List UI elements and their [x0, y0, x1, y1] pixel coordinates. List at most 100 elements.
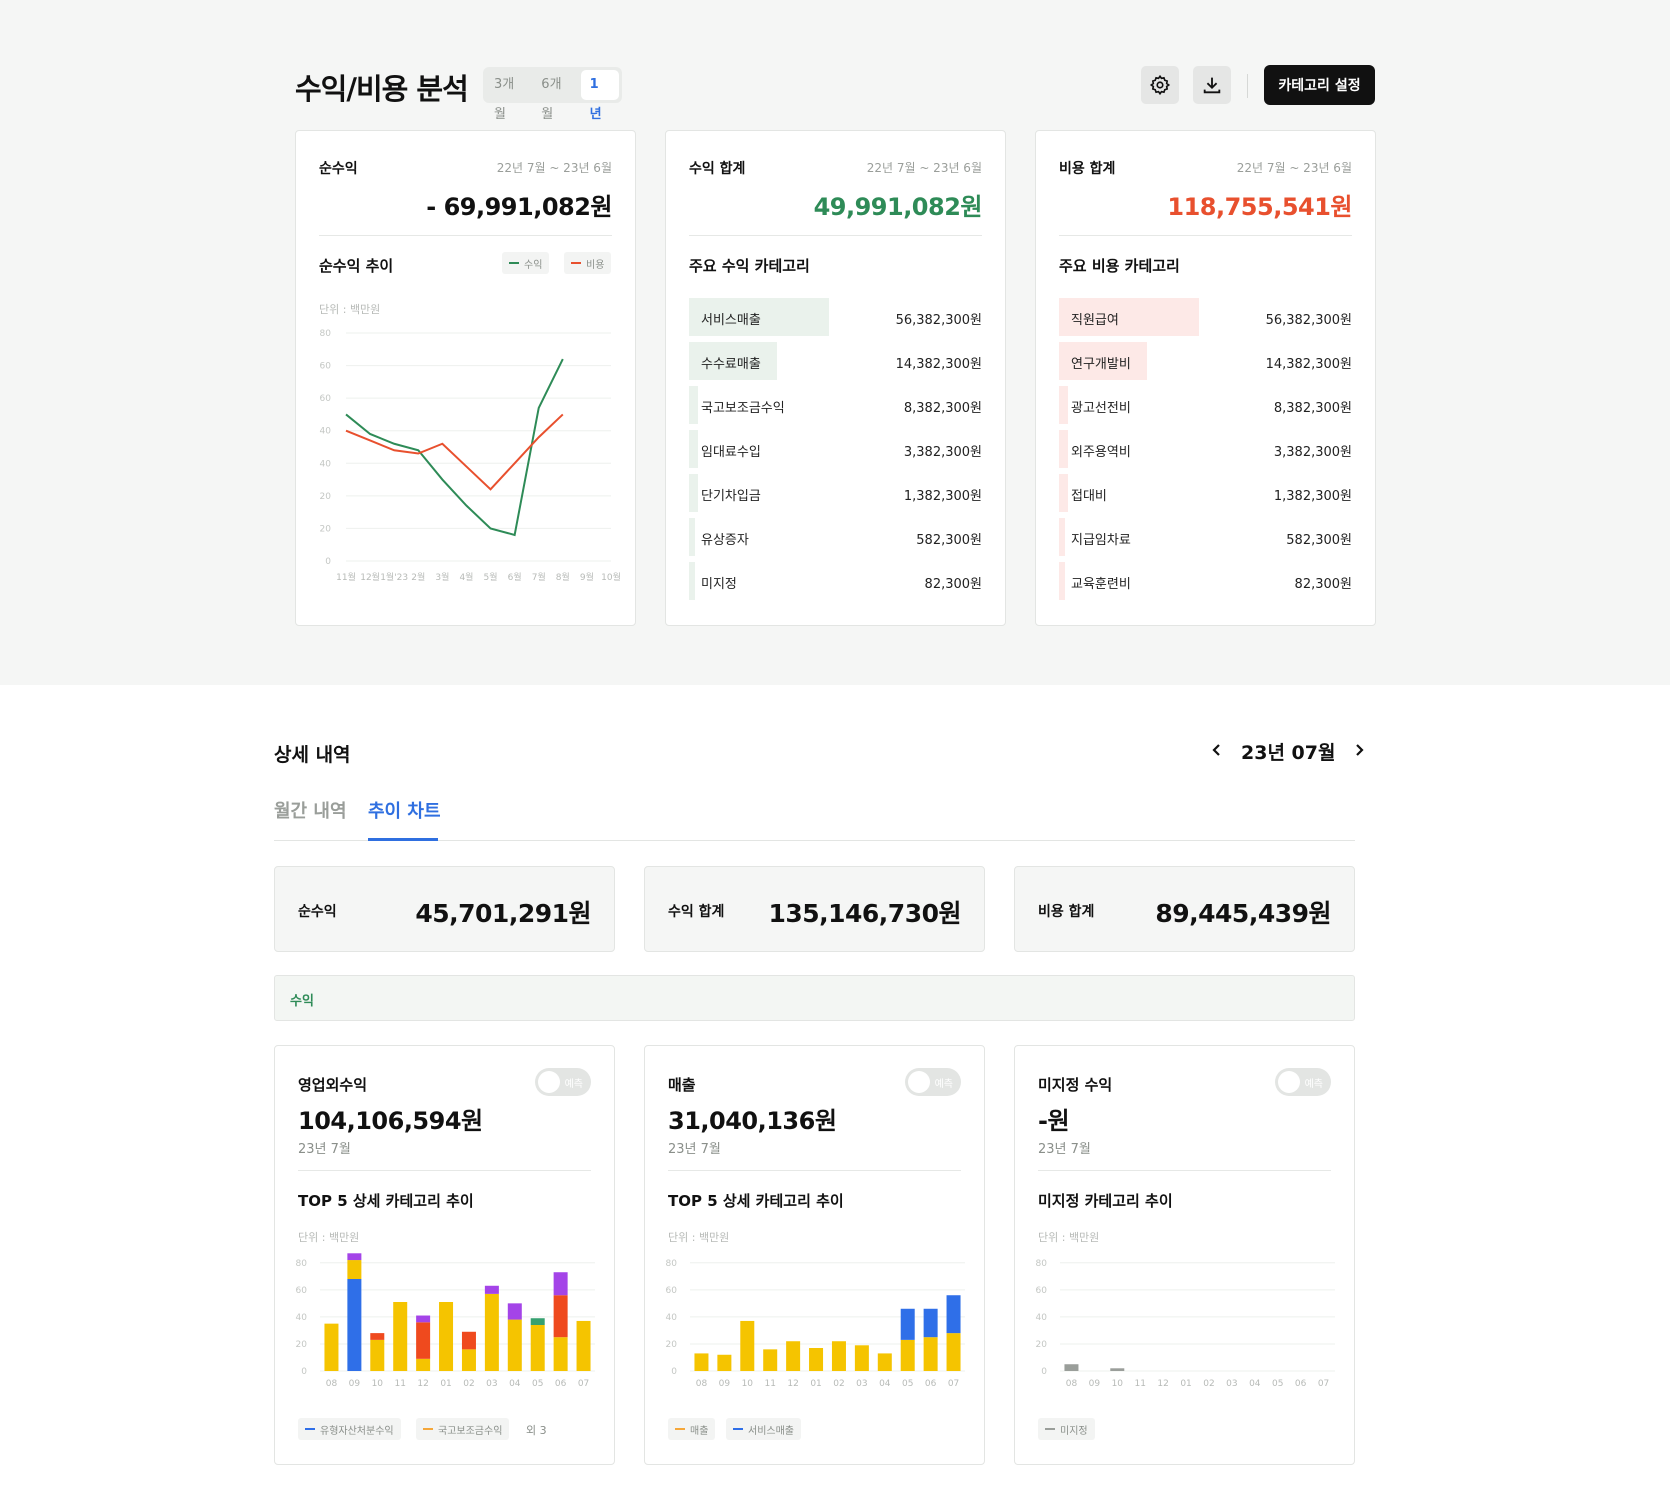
settings-button[interactable]: [1141, 66, 1179, 104]
category-value: 3,382,300원: [903, 445, 982, 460]
x-tick-label: 07: [578, 1379, 589, 1389]
unit-label: 단위 : 백만원: [319, 303, 381, 316]
toolbar-divider: [1247, 74, 1248, 98]
x-tick-label: 01: [440, 1379, 451, 1389]
revenue-card: 수익 합계 22년 7월 ~ 23년 6월 49,991,082원 주요 수익 …: [665, 130, 1006, 626]
legend-more[interactable]: 외 3: [526, 1422, 547, 1438]
category-name: 교육훈련비: [1071, 577, 1131, 592]
bar-segment: [923, 1308, 938, 1338]
y-tick-label: 40: [1036, 1313, 1048, 1323]
y-tick-label: 80: [666, 1259, 678, 1269]
legend-chip: 서비스매출: [726, 1418, 801, 1440]
summary-expense: 비용 합계 89,445,439원: [1014, 866, 1355, 952]
toggle-label: 예측: [1304, 1079, 1323, 1090]
legend-swatch: [733, 1428, 743, 1430]
chart-title: TOP 5 상세 카테고리 추이: [668, 1192, 844, 1210]
period-selector: 3개월 6개월 1년: [483, 67, 622, 122]
category-bar: [689, 562, 695, 600]
y-tick-label: 0: [671, 1367, 677, 1377]
bar-segment: [347, 1253, 362, 1261]
category-name: 국고보조금수익: [701, 401, 785, 416]
next-month-button[interactable]: [1347, 741, 1371, 763]
category-bar: [1059, 430, 1068, 468]
download-button[interactable]: [1193, 66, 1231, 104]
forecast-toggle[interactable]: 예측: [1275, 1068, 1331, 1096]
x-tick-label: 04: [879, 1379, 891, 1389]
x-tick-label: 06: [555, 1379, 567, 1389]
x-tick-label: 6월: [508, 571, 522, 583]
forecast-toggle[interactable]: 예측: [535, 1068, 591, 1096]
y-tick-label: 20: [320, 524, 332, 534]
y-tick-label: 40: [320, 459, 332, 469]
y-tick-label: 80: [296, 1259, 308, 1269]
x-tick-label: 10월: [601, 571, 621, 583]
category-card: 매출 31,040,136원 23년 7월 예측 TOP 5 상세 카테고리 추이 단위 …: [644, 1045, 985, 1465]
y-tick-label: 0: [325, 557, 331, 567]
tab-trend-chart[interactable]: 추이 차트: [368, 797, 441, 823]
bar-segment: [576, 1320, 591, 1371]
expense-value: 118,755,541원: [1167, 193, 1352, 221]
x-tick-label: 3월: [435, 571, 449, 583]
legend-expense: 비용: [564, 252, 612, 274]
x-tick-label: 05: [532, 1379, 543, 1389]
bar-segment: [324, 1323, 339, 1371]
y-tick-label: 60: [666, 1286, 678, 1296]
divider: [1038, 1170, 1331, 1171]
card-label: 영업외수익: [298, 1076, 368, 1094]
period-6m[interactable]: 6개월: [533, 70, 580, 122]
revenue-sub-title: 주요 수익 카테고리: [689, 257, 810, 275]
category-name: 임대료수입: [701, 445, 761, 460]
bar-segment: [553, 1295, 568, 1338]
bar-segment: [347, 1260, 362, 1279]
forecast-toggle[interactable]: 예측: [905, 1068, 961, 1096]
x-tick-label: 03: [856, 1379, 867, 1389]
legend-chip: 유형자산처분수익: [298, 1418, 401, 1440]
net-trend-title: 순수익 추이: [319, 257, 394, 275]
category-value: 14,382,300원: [1265, 357, 1352, 372]
unit-label: 단위 : 백만원: [668, 1231, 730, 1244]
net-label: 순수익: [319, 161, 358, 177]
category-bar: [1059, 386, 1068, 424]
bar-segment: [461, 1349, 476, 1371]
category-name: 수수료매출: [701, 357, 761, 372]
category-settings-button[interactable]: 카테고리 설정: [1264, 65, 1375, 105]
category-card: 미지정 수익 -원 23년 7월 예측 미지정 카테고리 추이 단위 : 백만원 0 20 40…: [1014, 1045, 1355, 1465]
legend-label: 비용: [586, 259, 605, 271]
prev-month-button[interactable]: [1205, 741, 1229, 763]
x-tick-label: 02: [833, 1379, 844, 1389]
category-value: 82,300원: [924, 577, 982, 592]
x-tick-label: 12월: [360, 571, 380, 583]
bar-segment: [717, 1354, 732, 1371]
bar-segment: [900, 1339, 915, 1371]
category-value: 1,382,300원: [903, 489, 982, 504]
y-tick-label: 60: [296, 1286, 308, 1296]
x-tick-label: 11월: [336, 571, 356, 583]
x-tick-label: 08: [326, 1379, 338, 1389]
category-bar: [1059, 518, 1065, 556]
category-value: 56,382,300원: [895, 313, 982, 328]
x-tick-label: 06: [1295, 1379, 1307, 1389]
bar-segment: [530, 1318, 545, 1325]
divider: [298, 1170, 591, 1171]
y-tick-label: 80: [1036, 1259, 1048, 1269]
period-3m[interactable]: 3개월: [486, 70, 533, 122]
category-name: 미지정: [701, 577, 737, 592]
gear-icon: [1149, 74, 1171, 96]
divider: [1059, 235, 1352, 236]
x-tick-label: 12: [787, 1379, 798, 1389]
month-navigator: 23년 07월: [1205, 738, 1371, 765]
divider: [689, 235, 982, 236]
card-value: 31,040,136원: [668, 1107, 837, 1135]
period-1y[interactable]: 1년: [580, 70, 620, 122]
category-value: 8,382,300원: [903, 401, 982, 416]
tab-monthly[interactable]: 월간 내역: [274, 797, 347, 823]
expense-date: 22년 7월 ~ 23년 6월: [1236, 161, 1352, 175]
x-tick-label: 02: [1203, 1379, 1214, 1389]
bar-segment: [694, 1353, 709, 1371]
category-name: 광고선전비: [1071, 401, 1131, 416]
category-name: 서비스매출: [701, 313, 761, 328]
category-name: 직원급여: [1071, 313, 1119, 328]
bar-segment: [809, 1348, 824, 1371]
toggle-label: 예측: [564, 1079, 583, 1090]
y-tick-label: 40: [320, 427, 332, 437]
